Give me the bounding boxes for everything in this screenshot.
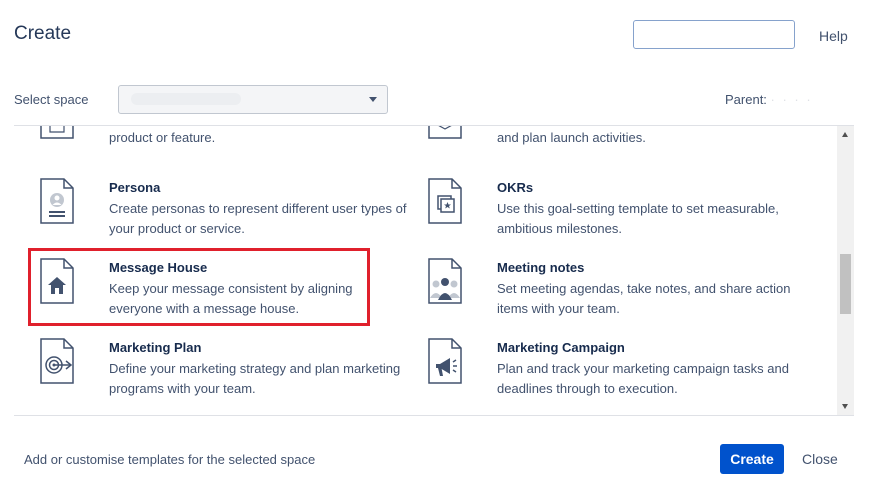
template-description: Use this goal-setting template to set me…	[497, 201, 779, 236]
template-description: Define, track and scope requirements for…	[109, 130, 216, 145]
template-title: Message House	[109, 260, 208, 275]
parent-label-text: Parent:	[725, 92, 767, 107]
template-description: Prepare your product launch, document st…	[497, 130, 646, 145]
template-item-product-launch[interactable]: Prepare your product launch, document st…	[416, 126, 796, 184]
create-button[interactable]: Create	[720, 444, 784, 474]
select-space-label: Select space	[14, 92, 89, 107]
template-title: Meeting notes	[497, 260, 585, 275]
box-icon	[428, 126, 462, 139]
template-description: Set meeting agendas, take notes, and sha…	[497, 281, 791, 316]
template-list-scrollbar[interactable]	[837, 126, 854, 415]
close-button[interactable]: Close	[802, 451, 838, 467]
persona-icon	[40, 178, 74, 224]
template-item-marketing-plan[interactable]: Marketing Plan Define your marketing str…	[28, 338, 408, 406]
parent-label: Parent: · · · ·	[725, 92, 813, 107]
template-description: Create personas to represent different u…	[109, 201, 407, 236]
template-item-requirements[interactable]: Define, track and scope requirements for…	[28, 126, 408, 184]
template-description: Plan and track your marketing campaign t…	[497, 361, 789, 396]
template-item-message-house[interactable]: Message House Keep your message consiste…	[28, 258, 408, 326]
template-item-persona[interactable]: Persona Create personas to represent dif…	[28, 178, 408, 246]
space-select[interactable]	[118, 85, 388, 114]
template-list: Define, track and scope requirements for…	[14, 125, 854, 416]
help-link[interactable]: Help	[819, 28, 848, 44]
space-select-value	[131, 93, 241, 105]
dialog-title: Create	[14, 23, 72, 44]
template-item-meeting-notes[interactable]: Meeting notes Set meeting agendas, take …	[416, 258, 796, 326]
search-input[interactable]	[633, 20, 795, 49]
megaphone-icon	[428, 338, 462, 384]
template-item-marketing-campaign[interactable]: Marketing Campaign Plan and track your m…	[416, 338, 796, 406]
scroll-thumb[interactable]	[840, 254, 851, 314]
template-title: Persona	[109, 180, 161, 195]
okr-icon	[428, 178, 462, 224]
house-icon	[40, 258, 74, 304]
document-icon	[40, 126, 74, 139]
target-icon	[40, 338, 74, 384]
parent-value: · · · ·	[770, 92, 813, 107]
scroll-up-icon[interactable]	[842, 132, 848, 137]
template-title: Marketing Campaign	[497, 340, 625, 355]
scroll-down-icon[interactable]	[842, 404, 848, 409]
template-description: Define your marketing strategy and plan …	[109, 361, 401, 396]
template-item-okrs[interactable]: OKRs Use this goal-setting template to s…	[416, 178, 796, 246]
template-description: Keep your message consistent by aligning…	[109, 281, 353, 316]
meeting-icon	[428, 258, 462, 304]
chevron-down-icon	[369, 97, 377, 102]
template-title: OKRs	[497, 180, 534, 195]
customise-templates-link[interactable]: Add or customise templates for the selec…	[24, 452, 315, 467]
template-title: Marketing Plan	[109, 340, 202, 355]
